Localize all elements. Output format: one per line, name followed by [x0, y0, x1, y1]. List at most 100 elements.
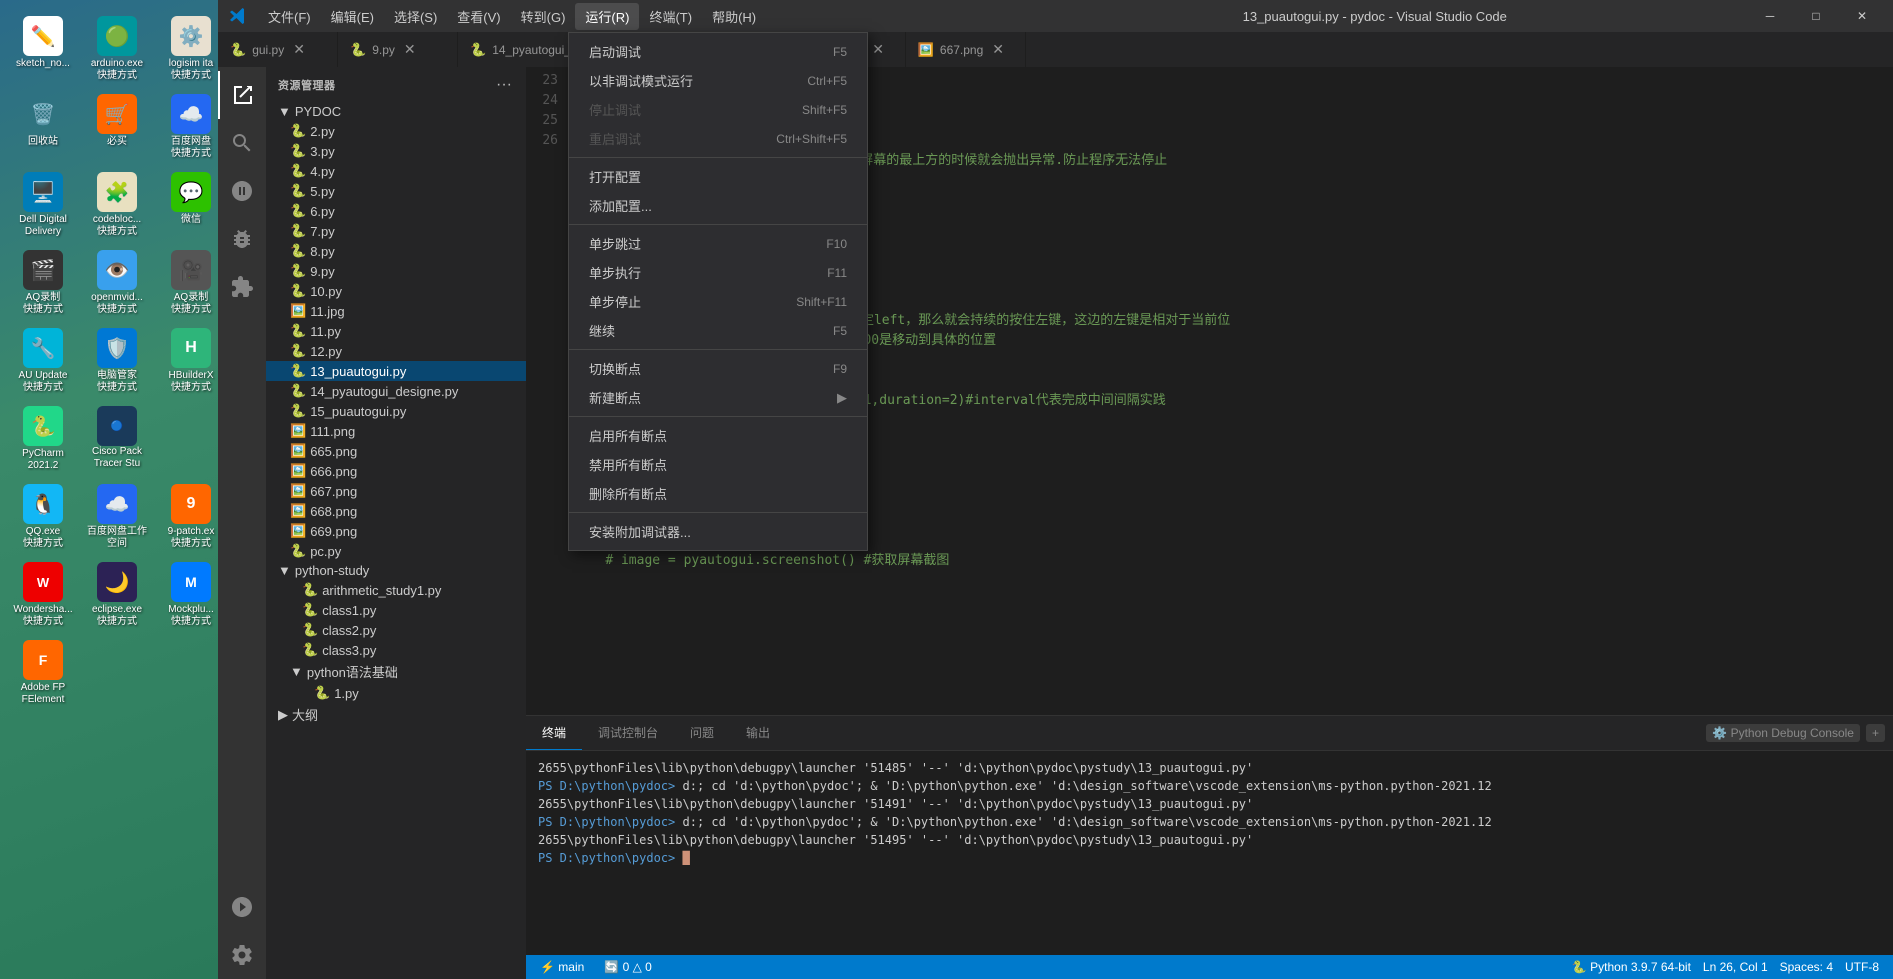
tree-item-666png[interactable]: 🖼️ 666.png [266, 461, 526, 481]
statusbar-encoding[interactable]: UTF-8 [1839, 960, 1885, 974]
desktop-icon-aq2[interactable]: 🎥 AQ录制快捷方式 [156, 246, 220, 320]
tree-item-665png[interactable]: 🖼️ 665.png [266, 441, 526, 461]
menu-new-bp[interactable]: 新建断点 ▶ [569, 383, 867, 412]
menu-run-no-debug[interactable]: 以非调试模式运行 Ctrl+F5 [569, 66, 867, 95]
desktop-icon-baiduwp[interactable]: ☁️ 百度网盘工作空间 [82, 480, 152, 554]
minimize-button[interactable]: ─ [1747, 0, 1793, 32]
tree-item-8py[interactable]: 🐍 8.py [266, 241, 526, 261]
tab-close-667[interactable]: ✕ [989, 40, 1007, 59]
desktop-icon-discount[interactable]: 🛒 必买 [82, 90, 152, 164]
activity-test[interactable] [218, 883, 266, 931]
desktop-icon-wechat[interactable]: 💬 微信 [156, 168, 220, 242]
tree-folder-python-basic[interactable]: ▼ python语法基础 [266, 660, 526, 683]
tree-item-669png[interactable]: 🖼️ 669.png [266, 521, 526, 541]
tree-item-12py[interactable]: 🐍 12.py [266, 341, 526, 361]
maximize-button[interactable]: □ [1793, 0, 1839, 32]
desktop-icon-hbuilder[interactable]: H HBuilderX快捷方式 [156, 324, 220, 398]
desktop-icon-aq[interactable]: 🎬 AQ录制快捷方式 [8, 246, 78, 320]
desktop-icon-codeblocks[interactable]: 🧩 codebloc...快捷方式 [82, 168, 152, 242]
menu-open-config[interactable]: 打开配置 [569, 162, 867, 191]
close-button[interactable]: ✕ [1839, 0, 1885, 32]
tree-item-class2[interactable]: 🐍 class2.py [266, 620, 526, 640]
tree-item-class1[interactable]: 🐍 class1.py [266, 600, 526, 620]
tab-667[interactable]: 🖼️ 667.png ✕ [906, 32, 1026, 67]
tree-item-2py[interactable]: 🐍 2.py [266, 121, 526, 141]
activity-explorer[interactable] [218, 71, 266, 119]
terminal-add-btn[interactable]: + [1866, 724, 1885, 742]
desktop-icon-security[interactable]: 🛡️ 电脑管家快捷方式 [82, 324, 152, 398]
menu-disable-bp[interactable]: 禁用所有断点 [569, 450, 867, 479]
activity-settings[interactable] [218, 931, 266, 979]
desktop-icon-cisco[interactable]: 🔵 Cisco PackTracer Stu [82, 402, 152, 476]
menu-toggle-bp[interactable]: 切换断点 F9 [569, 354, 867, 383]
desktop-icon-wondershare[interactable]: W Wondersha...快捷方式 [8, 558, 78, 632]
desktop-icon-recycle[interactable]: 🗑️ 回收站 [8, 90, 78, 164]
tree-item-7py[interactable]: 🐍 7.py [266, 221, 526, 241]
terminal-tab-output[interactable]: 输出 [730, 716, 786, 750]
statusbar-python[interactable]: 🐍 Python 3.9.7 64-bit [1566, 960, 1697, 974]
desktop-icon-sketch[interactable]: ✏️ sketch_no... [8, 12, 78, 86]
tree-item-11py[interactable]: 🐍 11.py [266, 321, 526, 341]
terminal-tab-problems[interactable]: 问题 [674, 716, 730, 750]
tree-item-668png[interactable]: 🖼️ 668.png [266, 501, 526, 521]
tree-folder-pydoc[interactable]: ▼ PYDOC [266, 102, 526, 121]
menu-start-debug[interactable]: 启动调试 F5 [569, 37, 867, 66]
desktop-icon-eclipse[interactable]: 🌙 eclipse.exe快捷方式 [82, 558, 152, 632]
menu-step-into[interactable]: 单步执行 F11 [569, 258, 867, 287]
tab-close-668[interactable]: ✕ [869, 40, 887, 59]
desktop-icon-openmv[interactable]: 👁️ openmvid...快捷方式 [82, 246, 152, 320]
tree-item-14pyautogui[interactable]: 🐍 14_pyautogui_designe.py [266, 381, 526, 401]
desktop-icon-dell[interactable]: 🖥️ Dell DigitalDelivery [8, 168, 78, 242]
desktop-icon-qq[interactable]: 🐧 QQ.exe快捷方式 [8, 480, 78, 554]
desktop-icon-pycharm[interactable]: 🐍 PyCharm2021.2 [8, 402, 78, 476]
tree-item-3py[interactable]: 🐍 3.py [266, 141, 526, 161]
menu-edit[interactable]: 编辑(E) [321, 3, 384, 30]
terminal-tab-terminal[interactable]: 终端 [526, 716, 582, 750]
terminal-content[interactable]: 2655\pythonFiles\lib\python\debugpy\laun… [526, 751, 1893, 955]
tree-item-15puautogui[interactable]: 🐍 15_puautogui.py [266, 401, 526, 421]
menu-file[interactable]: 文件(F) [258, 3, 321, 30]
desktop-icon-9patch[interactable]: 9 9-patch.ex快捷方式 [156, 480, 220, 554]
tree-item-5py[interactable]: 🐍 5.py [266, 181, 526, 201]
tree-folder-python-study[interactable]: ▼ python-study [266, 561, 526, 580]
tree-item-arithmetic[interactable]: 🐍 arithmetic_study1.py [266, 580, 526, 600]
activity-git[interactable] [218, 167, 266, 215]
desktop-icon-arduino[interactable]: 🟢 arduino.exe快捷方式 [82, 12, 152, 86]
menu-goto[interactable]: 转到(G) [511, 3, 576, 30]
tree-item-class3[interactable]: 🐍 class3.py [266, 640, 526, 660]
desktop-icon-mockplus[interactable]: M Mockplu...快捷方式 [156, 558, 220, 632]
statusbar-branch[interactable]: ⚡ main [534, 960, 590, 974]
tree-item-111png[interactable]: 🖼️ 111.png [266, 421, 526, 441]
tree-item-1py[interactable]: 🐍 1.py [266, 683, 526, 703]
menu-continue[interactable]: 继续 F5 [569, 316, 867, 345]
menu-help[interactable]: 帮助(H) [702, 3, 766, 30]
tree-item-6py[interactable]: 🐍 6.py [266, 201, 526, 221]
tree-item-4py[interactable]: 🐍 4.py [266, 161, 526, 181]
tab-9py[interactable]: 🐍 9.py ✕ [338, 32, 458, 67]
menu-step-out[interactable]: 单步停止 Shift+F11 [569, 287, 867, 316]
menu-delete-bp[interactable]: 删除所有断点 [569, 479, 867, 508]
statusbar-errors[interactable]: 🔄 0 △ 0 [598, 960, 658, 974]
desktop-icon-adobe[interactable]: F Adobe FPFElement [8, 636, 78, 710]
tree-item-10py[interactable]: 🐍 10.py [266, 281, 526, 301]
statusbar-position[interactable]: Ln 26, Col 1 [1697, 960, 1774, 974]
tree-item-pcpy[interactable]: 🐍 pc.py [266, 541, 526, 561]
tree-item-9py[interactable]: 🐍 9.py [266, 261, 526, 281]
menu-stop-debug[interactable]: 停止调试 Shift+F5 [569, 95, 867, 124]
terminal-tab-debug[interactable]: 调试控制台 [582, 716, 674, 750]
statusbar-spaces[interactable]: Spaces: 4 [1774, 960, 1839, 974]
menu-terminal[interactable]: 终端(T) [639, 3, 702, 30]
tab-gui-py[interactable]: 🐍 gui.py ✕ [218, 32, 338, 67]
tab-close-gui[interactable]: ✕ [290, 40, 308, 59]
terminal-settings-icon[interactable]: ⚙️ Python Debug Console [1706, 724, 1860, 742]
desktop-icon-baidu[interactable]: ☁️ 百度网盘快捷方式 [156, 90, 220, 164]
activity-extensions[interactable] [218, 263, 266, 311]
menu-enable-bp[interactable]: 启用所有断点 [569, 421, 867, 450]
menu-step-over[interactable]: 单步跳过 F10 [569, 229, 867, 258]
activity-debug[interactable] [218, 215, 266, 263]
desktop-icon-au-update[interactable]: 🔧 AU Update快捷方式 [8, 324, 78, 398]
tree-item-667png[interactable]: 🖼️ 667.png [266, 481, 526, 501]
tab-close-9py[interactable]: ✕ [401, 40, 419, 59]
menu-add-config[interactable]: 添加配置... [569, 191, 867, 220]
tree-item-11jpg[interactable]: 🖼️ 11.jpg [266, 301, 526, 321]
